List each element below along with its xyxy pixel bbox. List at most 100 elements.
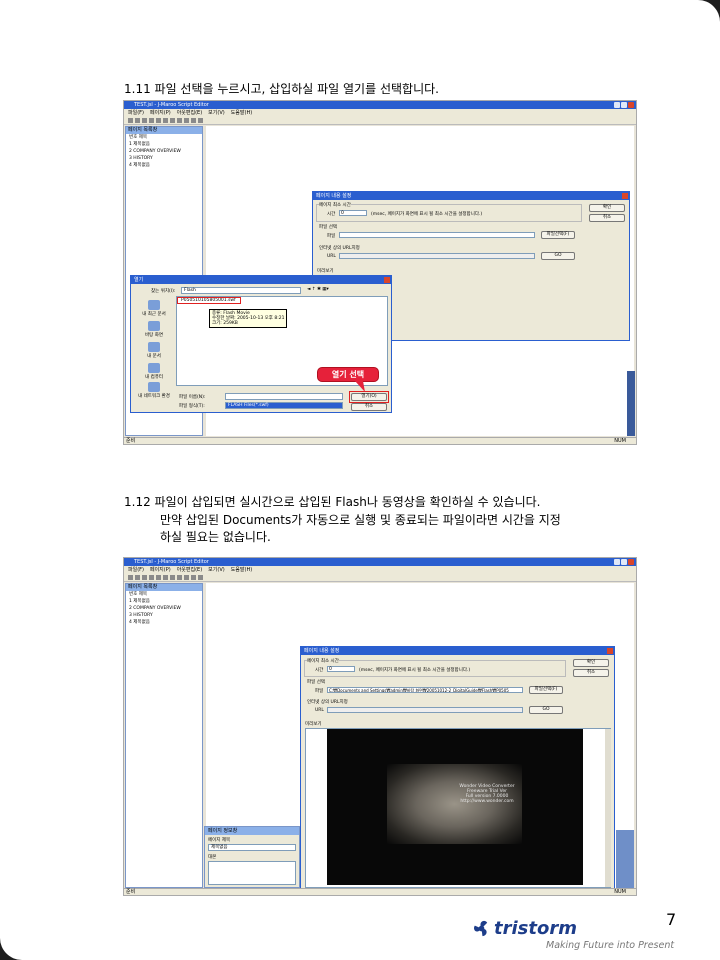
menu-help[interactable]: 도움말(H)	[231, 110, 252, 116]
tooltip-line: 크기: 259KB	[212, 321, 238, 326]
menu-edit[interactable]: 아웃편집(E)	[177, 567, 202, 573]
help-icon[interactable]	[198, 575, 203, 580]
go-button[interactable]: GO	[529, 706, 563, 714]
dialog-titlebar: 페이지 내용 설정	[301, 647, 614, 655]
look-in-select[interactable]: Flash	[181, 287, 301, 294]
place-desktop[interactable]: 바탕 화면	[134, 321, 174, 338]
brand-tagline: Making Future into Present	[546, 940, 675, 951]
new-icon[interactable]	[128, 118, 133, 123]
filename-input[interactable]	[225, 393, 343, 400]
list-item[interactable]: 2 COMPANY OVERVIEW	[126, 605, 202, 612]
file-path-input[interactable]	[339, 232, 535, 238]
cancel-button[interactable]: 취소	[573, 669, 609, 677]
down-icon[interactable]	[191, 118, 196, 123]
screenshot-preview: TEST.jsl - J-Maroo Script Editor 파일(F) 페이…	[123, 557, 637, 896]
minimize-icon[interactable]	[614, 559, 620, 565]
delete-icon[interactable]	[177, 575, 182, 580]
save-icon[interactable]	[142, 575, 147, 580]
min-time-group-label: 페이지 최소 시간	[307, 658, 339, 664]
url-input[interactable]	[339, 253, 535, 259]
close-icon[interactable]	[628, 102, 634, 108]
copy-icon[interactable]	[156, 575, 161, 580]
page-info-panel: 페이지 정보창 페이지 제목 제목없음 대본	[204, 826, 300, 888]
go-button[interactable]: GO	[541, 252, 575, 260]
file-select-button[interactable]: 파일선택(F)	[529, 686, 563, 694]
menu-page[interactable]: 페이지(P)	[150, 110, 171, 116]
list-item[interactable]: 1 제목없음	[126, 598, 202, 605]
ok-button[interactable]: 확인	[589, 204, 625, 212]
open-icon[interactable]	[135, 575, 140, 580]
menu-edit[interactable]: 아웃편집(E)	[177, 110, 202, 116]
url-input[interactable]	[327, 707, 523, 713]
close-icon[interactable]	[628, 559, 634, 565]
menu-file[interactable]: 파일(F)	[128, 567, 144, 573]
menu-page[interactable]: 페이지(P)	[150, 567, 171, 573]
radio-url[interactable]: 인터넷 상의 URL지정	[307, 699, 348, 705]
radio-url[interactable]: 인터넷 상의 URL지정	[319, 245, 360, 251]
cut-icon[interactable]	[149, 118, 154, 123]
close-icon[interactable]	[622, 193, 628, 199]
menu-view[interactable]: 보기(V)	[208, 567, 225, 573]
list-item[interactable]: 4 제목없음	[126, 162, 202, 169]
paste-icon[interactable]	[163, 118, 168, 123]
help-icon[interactable]	[198, 118, 203, 123]
nav-icons[interactable]: ◄ ↑ ✱ ▦▾	[307, 287, 329, 292]
open-icon[interactable]	[135, 118, 140, 123]
ok-button[interactable]: 확인	[573, 659, 609, 667]
place-network[interactable]: 내 네트워크 환경	[132, 382, 176, 399]
paste-icon[interactable]	[163, 575, 168, 580]
caption-1-12-line3: 하실 필요는 없습니다.	[160, 530, 271, 544]
time-input[interactable]: 0	[327, 666, 355, 672]
cut-icon[interactable]	[149, 575, 154, 580]
open-file-dialog: 열기 찾는 위치(I): Flash ◄ ↑ ✱ ▦▾ P05051010580…	[130, 275, 392, 413]
up-icon[interactable]	[184, 118, 189, 123]
list-item[interactable]: 1 제목없음	[126, 141, 202, 148]
insert-icon[interactable]	[170, 575, 175, 580]
save-icon[interactable]	[142, 118, 147, 123]
maximize-icon[interactable]	[621, 102, 627, 108]
radio-file[interactable]: 파일 선택	[319, 224, 337, 230]
filetype-select[interactable]: FLASH Files(*.swf)	[225, 402, 343, 409]
list-header: 번호 제목	[129, 592, 147, 597]
video-preview: Wonder Video Converter Freeware Trial Ve…	[327, 729, 583, 885]
list-item[interactable]: 2 COMPANY OVERVIEW	[126, 148, 202, 155]
place-documents[interactable]: 내 문서	[134, 342, 174, 359]
menu-view[interactable]: 보기(V)	[208, 110, 225, 116]
down-icon[interactable]	[191, 575, 196, 580]
radio-file[interactable]: 파일 선택	[307, 679, 325, 685]
scrollbar[interactable]	[627, 371, 635, 436]
new-icon[interactable]	[128, 575, 133, 580]
list-item[interactable]: 3 HISTORY	[126, 155, 202, 162]
recent-docs-icon	[148, 300, 160, 310]
delete-icon[interactable]	[177, 118, 182, 123]
place-recent[interactable]: 내 최근 문서	[134, 300, 174, 317]
maximize-icon[interactable]	[621, 559, 627, 565]
script-textarea[interactable]	[208, 861, 296, 885]
menu-file[interactable]: 파일(F)	[128, 110, 144, 116]
copy-icon[interactable]	[156, 118, 161, 123]
dialog-titlebar: 페이지 내용 설정	[313, 192, 629, 200]
cancel-button[interactable]: 취소	[589, 214, 625, 222]
place-computer[interactable]: 내 컴퓨터	[134, 363, 174, 380]
menu-help[interactable]: 도움말(H)	[231, 567, 252, 573]
insert-icon[interactable]	[170, 118, 175, 123]
close-icon[interactable]	[607, 648, 613, 654]
desktop-icon	[148, 321, 160, 331]
cancel-button[interactable]: 취소	[351, 403, 387, 411]
page-title-input[interactable]: 제목없음	[208, 844, 296, 851]
status-bar: 준비 NUM	[124, 888, 636, 895]
list-item[interactable]: 4 제목없음	[126, 619, 202, 626]
window-buttons	[613, 102, 634, 108]
time-input[interactable]: 0	[339, 210, 367, 216]
close-icon[interactable]	[384, 277, 390, 283]
minimize-icon[interactable]	[614, 102, 620, 108]
preview-label: 미리보기	[305, 722, 322, 727]
preview-scrollbar[interactable]	[605, 729, 611, 887]
caption-1-12-line2: 만약 삽입된 Documents가 자동으로 실행 및 종료되는 파일이라면 시…	[160, 513, 561, 527]
up-icon[interactable]	[184, 575, 189, 580]
file-path-input[interactable]: C:₩Documents and Settings₩admin₩바탕 화면₩20…	[327, 687, 523, 693]
list-item[interactable]: 3 HISTORY	[126, 612, 202, 619]
file-select-button[interactable]: 파일선택(F)	[541, 231, 575, 239]
page-title-label: 페이지 제목	[208, 838, 231, 843]
page-info-titlebar: 페이지 정보창	[205, 827, 299, 835]
